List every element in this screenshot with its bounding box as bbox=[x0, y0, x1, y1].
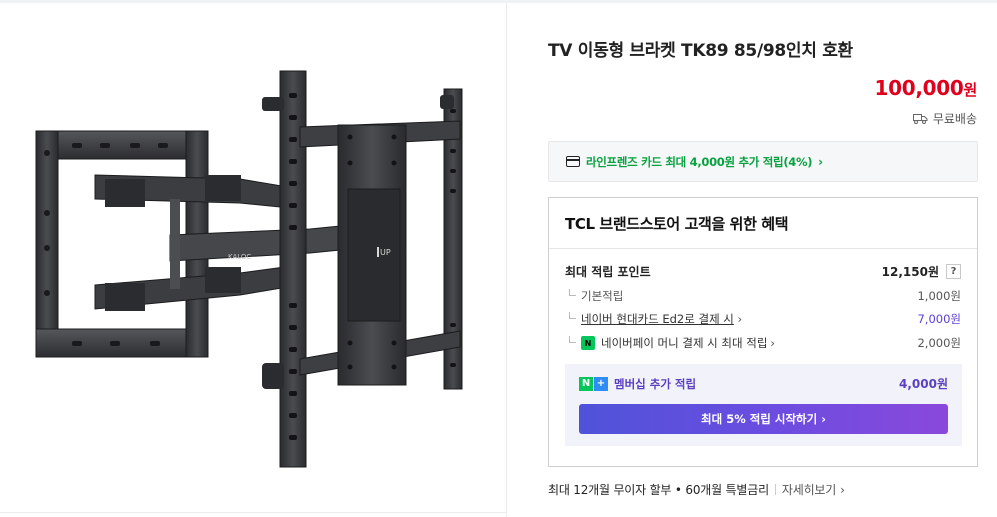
chevron-right-icon: › bbox=[840, 482, 845, 497]
naver-n-badge: N bbox=[579, 376, 593, 391]
price-number: 100,000 bbox=[874, 76, 964, 100]
product-title: TV 이동형 브라켓 TK89 85/98인치 호환 bbox=[548, 41, 853, 61]
npay-money-value: 2,000원 bbox=[917, 336, 961, 350]
benefit-divider bbox=[549, 248, 977, 249]
npay-money-link[interactable]: 네이버페이 머니 결제 시 최대 적립 bbox=[601, 335, 767, 351]
hyundai-card-value: 7,000원 bbox=[917, 312, 961, 326]
npay-icon: N bbox=[581, 336, 595, 350]
product-image[interactable]: KALOC UP bbox=[0, 3, 506, 512]
price-unit: 원 bbox=[963, 81, 977, 99]
product-price: 100,000원 bbox=[874, 76, 977, 100]
membership-value: 4,000원 bbox=[899, 377, 948, 391]
help-icon[interactable]: ? bbox=[946, 264, 961, 279]
basic-points-row: 기본적립 1,000원 bbox=[565, 288, 961, 304]
npay-money-row: N 네이버페이 머니 결제 시 최대 적립 › 2,000원 bbox=[565, 335, 961, 351]
max-points-row: 최대 적립 포인트 12,150원 ? bbox=[565, 263, 961, 280]
image-up-text: UP bbox=[380, 248, 391, 257]
installment-more-link[interactable]: 자세히보기 bbox=[782, 481, 836, 498]
membership-button-label: 최대 5% 적립 시작하기 bbox=[701, 412, 818, 426]
membership-label: 멤버십 추가 적립 bbox=[614, 376, 697, 391]
chevron-right-icon: › bbox=[818, 154, 824, 169]
hyundai-card-wrap: 네이버 현대카드 Ed2로 결제 시 › bbox=[565, 311, 742, 327]
membership-box: N + 멤버십 추가 적립 4,000원 최대 5% 적립 시작하기 › bbox=[565, 364, 962, 446]
image-brand-text: KALOC bbox=[228, 253, 251, 261]
chevron-right-icon: › bbox=[821, 412, 826, 426]
tv-bracket-image: KALOC UP bbox=[35, 70, 463, 468]
installment-info: 최대 12개월 무이자 할부 • 60개월 특별금리 자세히보기 › bbox=[548, 481, 845, 498]
card-benefit-banner[interactable]: 라인프렌즈 카드 최대 4,000원 추가 적립(4%) › bbox=[548, 141, 978, 182]
hyundai-card-link[interactable]: 네이버 현대카드 Ed2로 결제 시 bbox=[581, 312, 734, 326]
shipping-info: 무료배송 bbox=[912, 110, 977, 127]
membership-header: N + 멤버십 추가 적립 4,000원 bbox=[579, 375, 948, 392]
installment-divider bbox=[774, 484, 776, 495]
plus-badge: + bbox=[594, 376, 608, 391]
basic-points-value: 1,000원 bbox=[917, 289, 961, 303]
truck-icon bbox=[912, 114, 928, 124]
column-divider bbox=[506, 3, 507, 517]
benefit-box: TCL 브랜드스토어 고객을 위한 혜택 최대 적립 포인트 12,150원 ?… bbox=[548, 197, 978, 467]
max-points-value: 12,150원 bbox=[881, 265, 939, 279]
naver-plus-icon: N + bbox=[579, 376, 608, 391]
card-benefit-text: 라인프렌즈 카드 최대 4,000원 추가 적립(4%) bbox=[586, 154, 813, 169]
basic-points-label: 기본적립 bbox=[565, 288, 623, 304]
membership-start-button[interactable]: 최대 5% 적립 시작하기 › bbox=[579, 404, 948, 434]
hyundai-card-row: 네이버 현대카드 Ed2로 결제 시 › 7,000원 bbox=[565, 311, 961, 327]
chevron-right-icon: › bbox=[737, 312, 743, 326]
image-bottom-border bbox=[0, 512, 506, 513]
shipping-label: 무료배송 bbox=[932, 112, 977, 126]
npay-money-wrap: N 네이버페이 머니 결제 시 최대 적립 › bbox=[565, 335, 775, 351]
installment-text: 최대 12개월 무이자 할부 • 60개월 특별금리 bbox=[548, 483, 769, 497]
max-points-label: 최대 적립 포인트 bbox=[565, 265, 651, 279]
benefit-title: TCL 브랜드스토어 고객을 위한 혜택 bbox=[565, 215, 789, 233]
chevron-right-icon: › bbox=[770, 336, 776, 350]
card-icon bbox=[566, 156, 580, 167]
